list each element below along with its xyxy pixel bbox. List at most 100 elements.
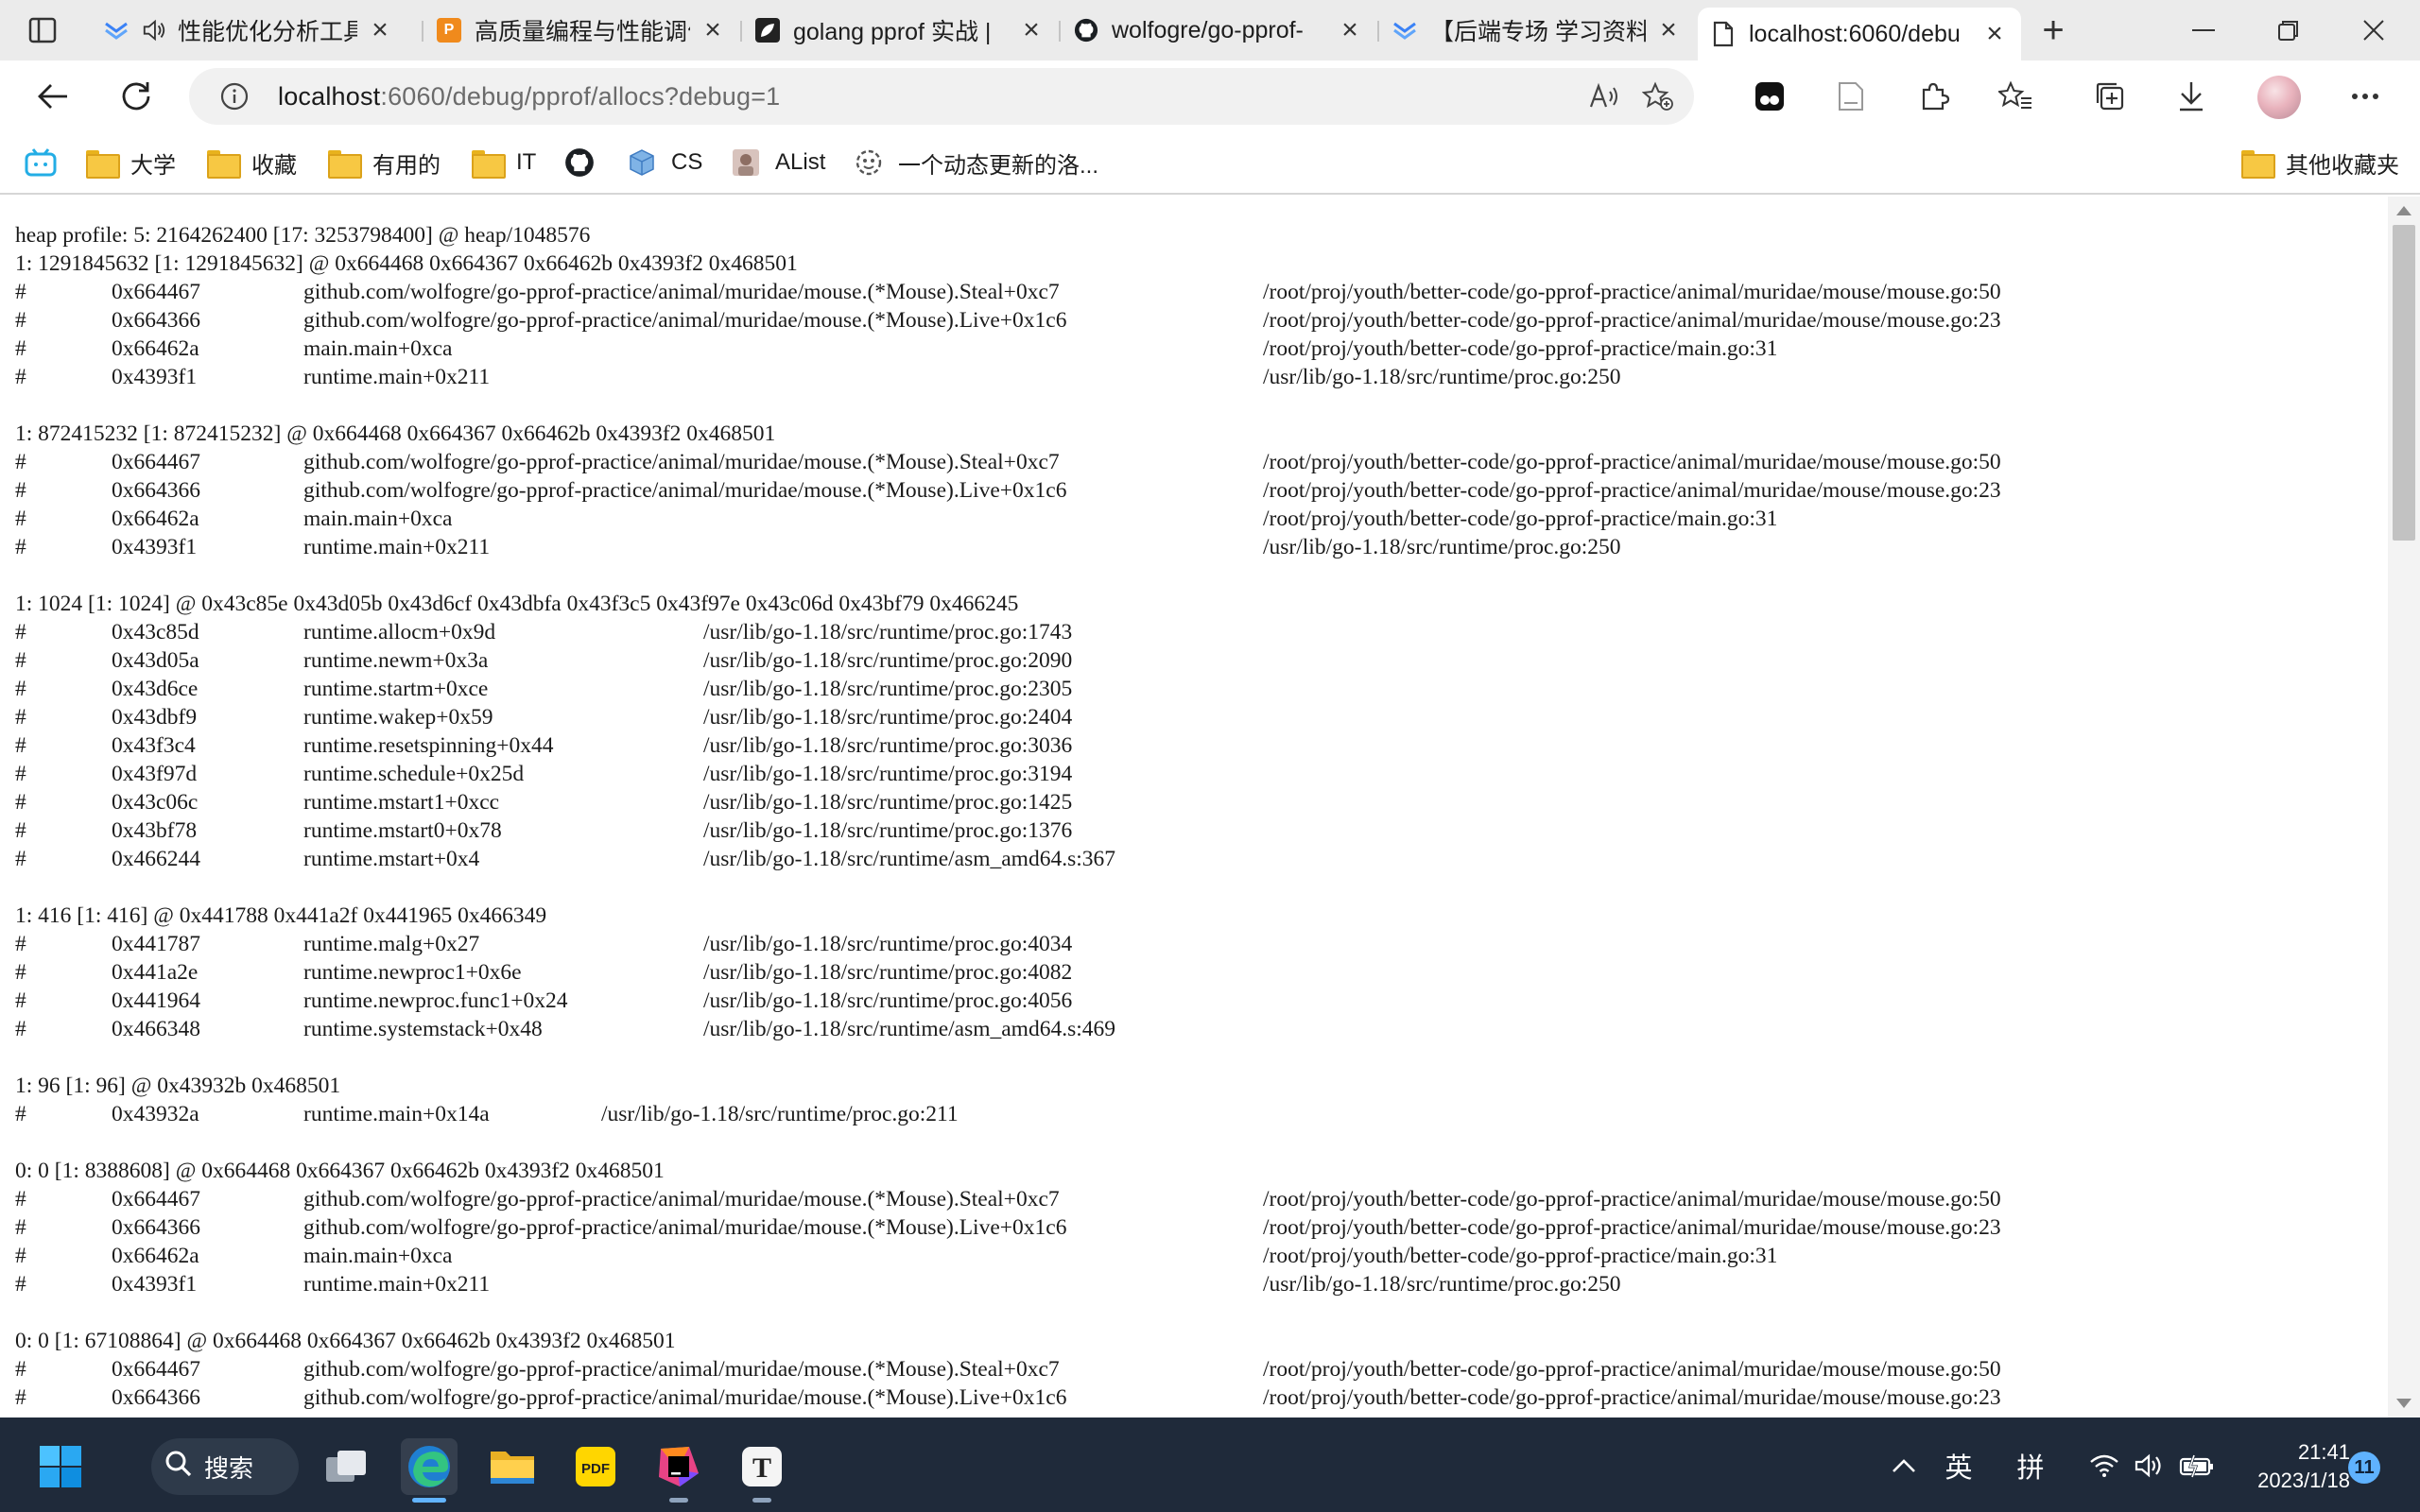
ime-language[interactable]: 英	[1938, 1446, 1979, 1486]
restore-button[interactable]	[2246, 8, 2331, 53]
frame-address: 0x43f97d	[112, 762, 198, 786]
frame-hash: #	[15, 818, 26, 843]
bookmark-cs[interactable]: CS	[626, 144, 702, 181]
read-aloud-icon[interactable]	[1579, 74, 1632, 119]
url-text[interactable]: localhost:6060/debug/pprof/allocs?debug=…	[278, 82, 780, 112]
scroll-down-arrow-icon[interactable]	[2396, 1399, 2411, 1408]
system-clock[interactable]: 21:41 2023/1/18	[2237, 1438, 2350, 1495]
tab-title: wolfogre/go-pprof-	[1112, 16, 1304, 43]
close-icon[interactable]: ×	[1018, 14, 1045, 45]
battery-icon[interactable]	[2176, 1446, 2218, 1486]
frame-function: runtime.schedule+0x25d	[303, 762, 525, 786]
task-view-button[interactable]	[318, 1438, 374, 1495]
bookmark-label: 大学	[130, 152, 176, 179]
close-icon[interactable]: ×	[1655, 14, 1682, 45]
windows-taskbar: 搜索 PDF T 英 拼 21:41 2023/1/18 11	[0, 1418, 2420, 1512]
taskbar-file-explorer[interactable]	[484, 1438, 541, 1495]
frame-address: 0x664366	[112, 478, 200, 503]
frame-address: 0x43bf78	[112, 818, 198, 843]
frame-file: /usr/lib/go-1.18/src/runtime/proc.go:319…	[703, 762, 1073, 786]
tab-1[interactable]: 性能优化分析工具 ×	[91, 8, 406, 53]
notification-badge[interactable]: 11	[2348, 1452, 2380, 1484]
restore-icon	[2278, 21, 2298, 41]
frame-address: 0x664467	[112, 450, 200, 474]
frame-function: runtime.mstart1+0xcc	[303, 790, 500, 815]
taskbar-edge[interactable]	[401, 1438, 458, 1503]
frame-function: main.main+0xca	[303, 1244, 453, 1268]
bookmark-folder-3[interactable]: 有用的	[327, 144, 441, 181]
github-icon	[1074, 18, 1098, 43]
add-favorite-icon[interactable]	[1632, 74, 1685, 119]
bookmark-folder-2[interactable]: 收藏	[206, 144, 297, 181]
close-window-button[interactable]	[2331, 8, 2416, 53]
taskbar-search[interactable]: 搜索	[151, 1438, 299, 1495]
wifi-icon[interactable]	[2085, 1446, 2123, 1486]
extension-tampermonkey-icon[interactable]	[1743, 70, 1796, 123]
ime-mode[interactable]: 拼	[2010, 1446, 2051, 1486]
frame-function: runtime.main+0x211	[303, 365, 491, 389]
start-button[interactable]	[32, 1438, 89, 1495]
browser-toolbar: localhost:6060/debug/pprof/allocs?debug=…	[0, 60, 2420, 132]
extensions-puzzle-icon[interactable]	[1908, 70, 1961, 123]
taskbar-jetbrains[interactable]	[650, 1438, 707, 1503]
tray-overflow-button[interactable]	[1885, 1446, 1923, 1486]
frame-file: /usr/lib/go-1.18/src/runtime/proc.go:405…	[703, 988, 1073, 1013]
bookmark-label: 有用的	[372, 152, 441, 179]
tab-title: 【后端专场 学习资料	[1430, 19, 1646, 45]
more-menu-icon[interactable]	[2339, 70, 2392, 123]
frame-file: /usr/lib/go-1.18/src/runtime/asm_amd64.s…	[703, 1017, 1116, 1041]
scrollbar-thumb[interactable]	[2393, 225, 2415, 541]
bookmark-folder-1[interactable]: 大学	[85, 144, 176, 181]
minimize-button[interactable]	[2161, 8, 2246, 53]
back-button[interactable]	[26, 70, 79, 123]
svg-text:T: T	[752, 1452, 771, 1484]
new-tab-button[interactable]: +	[2034, 11, 2072, 51]
tab-2[interactable]: P 高质量编程与性能调优 ×	[424, 8, 739, 53]
bookmark-luogu[interactable]: 一个动态更新的洛...	[853, 144, 1098, 181]
frame-file: /usr/lib/go-1.18/src/runtime/proc.go:408…	[703, 960, 1073, 985]
bookmark-github[interactable]	[563, 144, 609, 181]
frame-hash: #	[15, 336, 26, 361]
url-host: localhost	[278, 81, 381, 111]
info-icon[interactable]	[208, 82, 261, 111]
speaker-icon[interactable]	[142, 18, 166, 43]
close-icon[interactable]: ×	[367, 14, 393, 45]
sample-header: 1: 96 [1: 96] @ 0x43932b 0x468501	[15, 1074, 341, 1098]
frame-address: 0x664366	[112, 1215, 200, 1240]
frame-address: 0x43d6ce	[112, 677, 199, 701]
collections-icon[interactable]	[2083, 70, 2136, 123]
tab-5[interactable]: 【后端专场 学习资料 ×	[1379, 8, 1695, 53]
bookmark-alist[interactable]: AList	[730, 144, 825, 181]
dark-leaf-icon	[755, 18, 780, 43]
volume-icon[interactable]	[2131, 1446, 2169, 1486]
frame-hash: #	[15, 1215, 26, 1240]
bookmark-bilibili[interactable]	[25, 144, 70, 181]
tab-actions-button[interactable]	[13, 9, 72, 51]
tab-4[interactable]: wolfogre/go-pprof- ×	[1061, 8, 1376, 53]
close-icon[interactable]: ×	[700, 14, 726, 45]
bookmark-label: AList	[775, 149, 826, 175]
address-bar[interactable]: localhost:6060/debug/pprof/allocs?debug=…	[189, 68, 1694, 125]
profile-avatar[interactable]	[2257, 76, 2301, 119]
close-icon[interactable]: ×	[1981, 18, 2008, 49]
downloads-icon[interactable]	[2165, 70, 2218, 123]
bookmark-folder-4[interactable]: IT	[471, 144, 536, 181]
tab-title: golang pprof 实战 |	[793, 19, 992, 45]
vertical-scrollbar[interactable]	[2388, 197, 2420, 1418]
refresh-button[interactable]	[110, 70, 163, 123]
other-bookmarks-folder[interactable]: 其他收藏夹	[2240, 144, 2399, 181]
close-icon[interactable]: ×	[1337, 14, 1363, 45]
extension-page-icon[interactable]	[1824, 70, 1877, 123]
favorites-icon[interactable]	[1989, 70, 2042, 123]
scroll-up-arrow-icon[interactable]	[2396, 206, 2411, 215]
taskbar-pdf[interactable]: PDF	[567, 1438, 624, 1495]
tab-6-active[interactable]: localhost:6060/debu ×	[1698, 8, 2021, 60]
frame-address: 0x43932a	[112, 1102, 199, 1126]
sample-header: heap profile: 5: 2164262400 [17: 3253798…	[15, 223, 591, 248]
frame-hash: #	[15, 478, 26, 503]
taskbar-typora[interactable]: T	[734, 1438, 790, 1503]
sample-header: 0: 0 [1: 67108864] @ 0x664468 0x664367 0…	[15, 1329, 676, 1353]
frame-hash: #	[15, 733, 26, 758]
tab-3[interactable]: golang pprof 实战 | ×	[742, 8, 1058, 53]
bookmark-label: IT	[516, 149, 537, 175]
